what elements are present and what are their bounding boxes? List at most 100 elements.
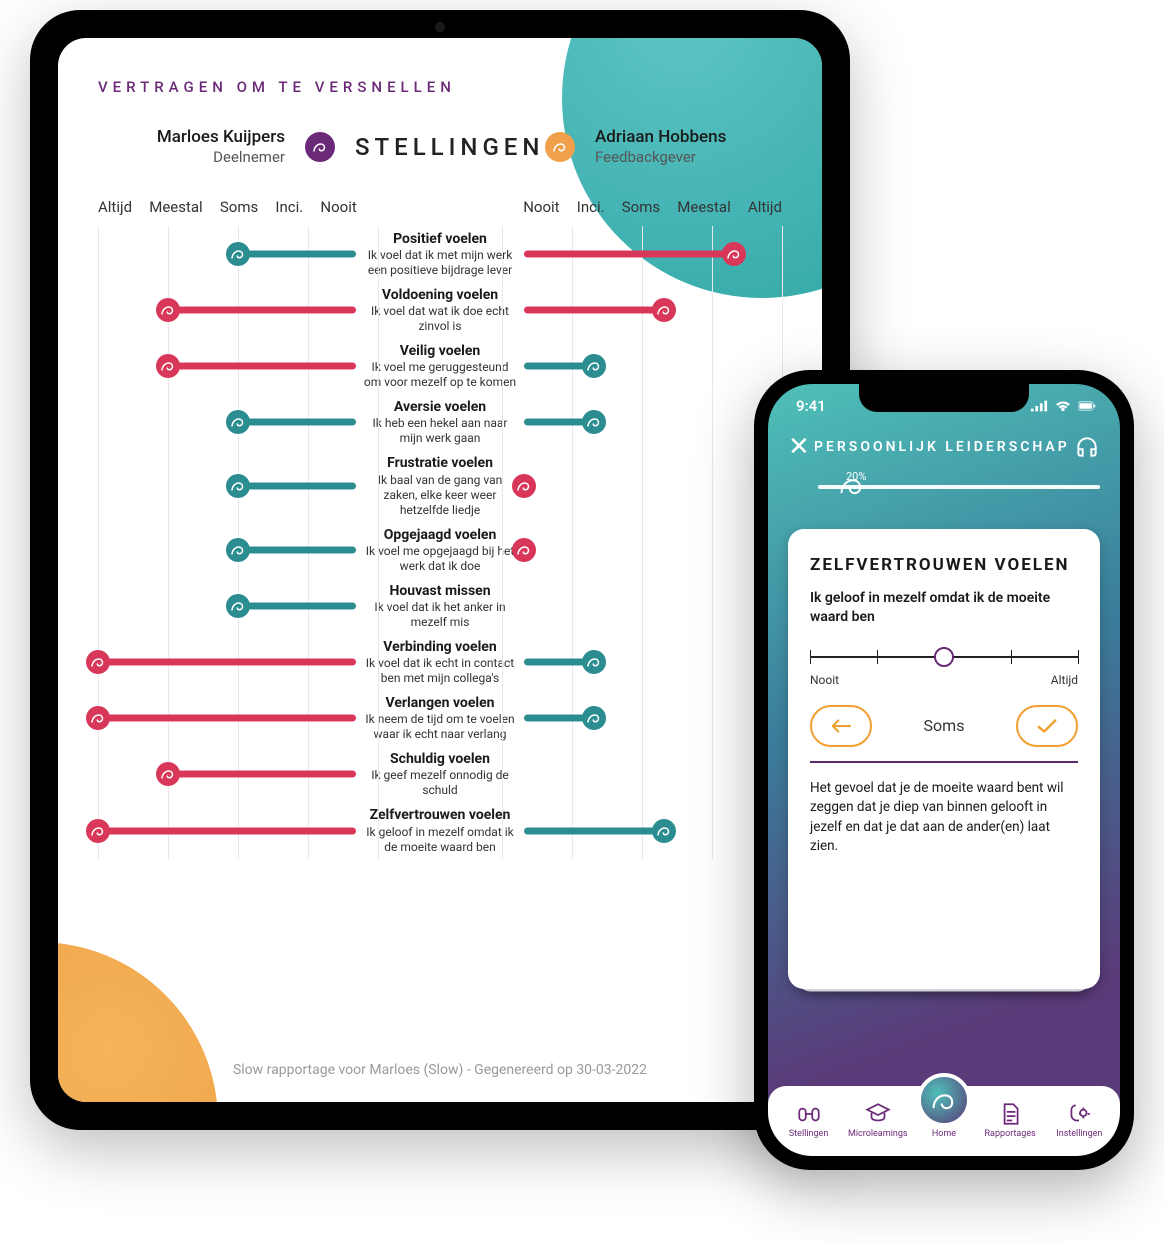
rating-knob bbox=[722, 242, 746, 266]
rating-bar-right bbox=[524, 474, 782, 498]
slider-min: Nooit bbox=[810, 673, 839, 687]
brain-gear-icon bbox=[1066, 1101, 1092, 1127]
tab-rapportages[interactable]: Rapportages bbox=[980, 1101, 1040, 1139]
rating-bar-left bbox=[98, 762, 356, 786]
slider-knob[interactable] bbox=[934, 647, 954, 667]
report-title: STELLINGEN bbox=[355, 133, 525, 161]
tab-label: Home bbox=[932, 1129, 956, 1139]
rating-bar-left bbox=[98, 819, 356, 843]
rating-knob bbox=[652, 298, 676, 322]
confirm-button[interactable] bbox=[1016, 705, 1078, 747]
rating-bar-right bbox=[524, 538, 782, 562]
rating-knob bbox=[512, 538, 536, 562]
graduation-cap-icon bbox=[865, 1101, 891, 1127]
scale-header: Altijd Meestal Soms Inci. Nooit Nooit In… bbox=[98, 198, 782, 216]
phone-device: 9:41 ✕ PERSOONLIJK LEIDERSCHAP 20% bbox=[754, 370, 1134, 1170]
rating-knob bbox=[226, 242, 250, 266]
feedback-giver-block: Adriaan Hobbens Feedbackgever bbox=[595, 126, 775, 168]
report-kicker: VERTRAGEN OM TE VERSNELLEN bbox=[98, 78, 782, 96]
answer-value: Soms bbox=[924, 716, 965, 735]
rating-knob bbox=[226, 410, 250, 434]
statement-row: Veilig voelenIk voel me geruggesteund om… bbox=[98, 338, 782, 394]
rating-bar-right bbox=[524, 298, 782, 322]
scale-label: Nooit bbox=[320, 198, 356, 216]
tab-label: Instellingen bbox=[1056, 1129, 1102, 1139]
progress-percent: 20% bbox=[846, 470, 1100, 483]
rating-bar-right bbox=[524, 354, 782, 378]
card-divider bbox=[810, 761, 1078, 763]
rating-bar-left bbox=[98, 538, 356, 562]
close-button[interactable]: ✕ bbox=[788, 434, 810, 460]
statement-row: Houvast missenIk voel dat ik het anker i… bbox=[98, 578, 782, 634]
statement-text: Frustratie voelenIk baal van de gang van… bbox=[356, 454, 523, 517]
scale-label: Meestal bbox=[149, 198, 202, 216]
status-time: 9:41 bbox=[796, 397, 826, 415]
headset-icon[interactable] bbox=[1074, 434, 1100, 460]
statement-row: Voldoening voelenIk voel dat wat ik doe … bbox=[98, 282, 782, 338]
home-button[interactable] bbox=[917, 1073, 971, 1127]
rating-bar-right bbox=[524, 819, 782, 843]
signal-icon bbox=[1030, 400, 1048, 412]
tab-home[interactable]: Home bbox=[917, 1101, 971, 1139]
report-footer: Slow rapportage voor Marloes (Slow) - Ge… bbox=[58, 1062, 822, 1078]
wifi-icon bbox=[1054, 400, 1072, 412]
rating-knob bbox=[86, 650, 110, 674]
rating-knob bbox=[156, 354, 180, 378]
rating-bar-right bbox=[524, 706, 782, 730]
rating-bar-right bbox=[524, 410, 782, 434]
battery-icon bbox=[1078, 400, 1096, 412]
scale-label: Soms bbox=[220, 198, 258, 216]
tab-stellingen[interactable]: Stellingen bbox=[779, 1101, 839, 1139]
snail-icon bbox=[930, 1086, 958, 1114]
tablet-screen: VERTRAGEN OM TE VERSNELLEN Marloes Kuijp… bbox=[58, 38, 822, 1102]
scale-label: Meestal bbox=[677, 198, 730, 216]
rating-bar-left bbox=[98, 594, 356, 618]
tab-microlearnings[interactable]: Microlearnings bbox=[848, 1101, 908, 1139]
statement-text: Positief voelenIk voel dat ik met mijn w… bbox=[356, 230, 523, 278]
rating-knob bbox=[652, 819, 676, 843]
rating-knob bbox=[582, 706, 606, 730]
statement-text: Opgejaagd voelenIk voel me opgejaagd bij… bbox=[356, 526, 523, 574]
tab-label: Stellingen bbox=[789, 1129, 828, 1139]
slider-labels: Nooit Altijd bbox=[810, 673, 1078, 687]
scale-label: Inci. bbox=[275, 198, 303, 216]
snail-icon-purple bbox=[305, 132, 335, 162]
rating-knob bbox=[156, 762, 180, 786]
answer-slider[interactable] bbox=[810, 645, 1078, 669]
rating-bar-left bbox=[98, 474, 356, 498]
check-icon bbox=[1036, 718, 1058, 734]
rating-knob bbox=[582, 354, 606, 378]
statement-row: Verlangen voelenIk neem de tijd om te vo… bbox=[98, 690, 782, 746]
statement-text: Houvast missenIk voel dat ik het anker i… bbox=[356, 582, 523, 630]
participant-role: Deelnemer bbox=[213, 148, 285, 168]
rating-knob bbox=[582, 650, 606, 674]
statement-rows: Positief voelenIk voel dat ik met mijn w… bbox=[98, 226, 782, 859]
statement-text: Verbinding voelenIk voel dat ik echt in … bbox=[356, 638, 523, 686]
rating-bar-left bbox=[98, 410, 356, 434]
rating-knob bbox=[86, 706, 110, 730]
tab-instellingen[interactable]: Instellingen bbox=[1049, 1101, 1109, 1139]
statement-text: Verlangen voelenIk neem de tijd om te vo… bbox=[356, 694, 523, 742]
participant-name: Marloes Kuijpers bbox=[157, 126, 285, 148]
rating-bar-left bbox=[98, 298, 356, 322]
statement-text: Zelfvertrouwen voelenIk geloof in mezelf… bbox=[356, 806, 523, 854]
progress-bar[interactable] bbox=[818, 485, 1100, 489]
rating-knob bbox=[86, 819, 110, 843]
rating-bar-left bbox=[98, 650, 356, 674]
scale-label: Altijd bbox=[748, 198, 782, 216]
card-front[interactable]: ZELFVERTROUWEN VOELEN Ik geloof in mezel… bbox=[788, 529, 1100, 989]
tablet-camera-icon bbox=[435, 22, 445, 32]
phone-screen: 9:41 ✕ PERSOONLIJK LEIDERSCHAP 20% bbox=[768, 384, 1120, 1156]
back-button[interactable] bbox=[810, 705, 872, 747]
scale-left-labels: Altijd Meestal Soms Inci. Nooit bbox=[98, 198, 357, 216]
document-icon bbox=[997, 1101, 1023, 1127]
tab-label: Microlearnings bbox=[848, 1129, 908, 1139]
phone-notch bbox=[859, 384, 1029, 412]
action-row: Soms bbox=[810, 705, 1078, 747]
rating-knob bbox=[156, 298, 180, 322]
card-title: ZELFVERTROUWEN VOELEN bbox=[810, 555, 1078, 575]
scale-right-labels: Nooit Inci. Soms Meestal Altijd bbox=[523, 198, 782, 216]
statement-row: Opgejaagd voelenIk voel me opgejaagd bij… bbox=[98, 522, 782, 578]
statement-text: Veilig voelenIk voel me geruggesteund om… bbox=[356, 342, 523, 390]
slider-max: Altijd bbox=[1051, 673, 1078, 687]
